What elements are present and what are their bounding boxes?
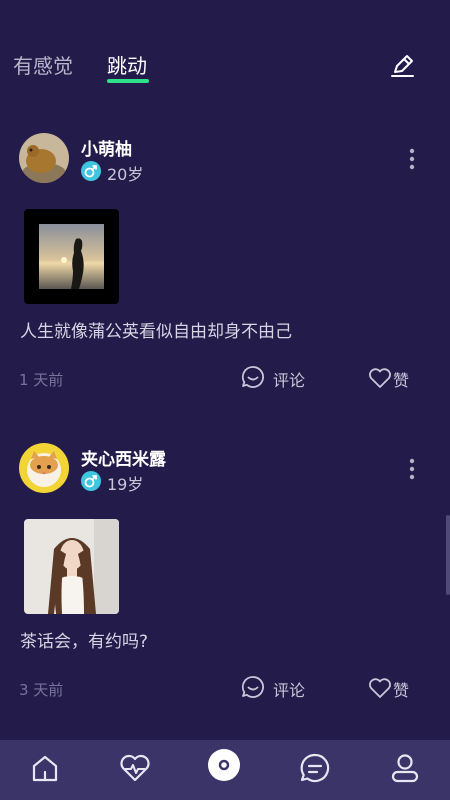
post-photo[interactable] — [24, 209, 119, 304]
more-vertical-icon — [409, 458, 415, 480]
like-label: 赞 — [393, 681, 410, 700]
username[interactable]: 小萌柚 — [81, 135, 132, 160]
heart-icon — [369, 368, 391, 388]
more-vertical-icon — [409, 148, 415, 170]
comment-label: 评论 — [273, 681, 306, 700]
edit-post-button[interactable] — [388, 52, 416, 80]
comment-icon — [241, 366, 264, 388]
avatar[interactable] — [19, 443, 69, 493]
pen-icon — [391, 55, 414, 77]
home-icon — [32, 755, 58, 782]
user-age: 20岁 — [107, 165, 144, 184]
male-icon — [81, 161, 101, 181]
feed-post: 夹心西米露 19岁 茶话会，有约吗? 3 天前 评论 赞 — [0, 440, 450, 730]
disc-icon — [208, 749, 240, 781]
nav-profile[interactable] — [388, 751, 422, 785]
active-tab-indicator — [107, 79, 149, 83]
username[interactable]: 夹心西米露 — [81, 445, 166, 470]
top-bar: 有感觉 跳动 — [0, 0, 450, 100]
nav-heartbeat[interactable] — [118, 751, 152, 785]
post-text: 茶话会，有约吗? — [20, 632, 149, 652]
post-photo[interactable] — [24, 519, 119, 614]
post-time: 3 天前 — [19, 681, 64, 699]
more-options-button[interactable] — [402, 457, 422, 481]
post-text: 人生就像蒲公英看似自由却身不由己 — [20, 322, 292, 342]
tab-you-gan-jue[interactable]: 有感觉 — [13, 50, 73, 79]
nav-messages[interactable] — [298, 751, 332, 785]
male-icon — [81, 471, 101, 491]
heart-pulse-icon — [120, 754, 150, 782]
user-icon — [391, 754, 419, 783]
scrollbar-thumb[interactable] — [446, 515, 450, 595]
user-age: 19岁 — [107, 475, 144, 494]
heart-icon — [369, 678, 391, 698]
more-options-button[interactable] — [402, 147, 422, 171]
bottom-nav — [0, 740, 450, 800]
nav-center-active[interactable] — [207, 748, 241, 782]
post-time: 1 天前 — [19, 371, 64, 389]
chat-icon — [300, 753, 330, 783]
tab-tiao-dong[interactable]: 跳动 — [107, 50, 147, 79]
feed-post: 小萌柚 20岁 人生就像蒲公英看似自由却身不由己 1 天前 评论 赞 — [0, 130, 450, 420]
like-label: 赞 — [393, 371, 410, 390]
comment-label: 评论 — [273, 371, 306, 390]
nav-home[interactable] — [28, 751, 62, 785]
comment-icon — [241, 676, 264, 698]
avatar[interactable] — [19, 133, 69, 183]
